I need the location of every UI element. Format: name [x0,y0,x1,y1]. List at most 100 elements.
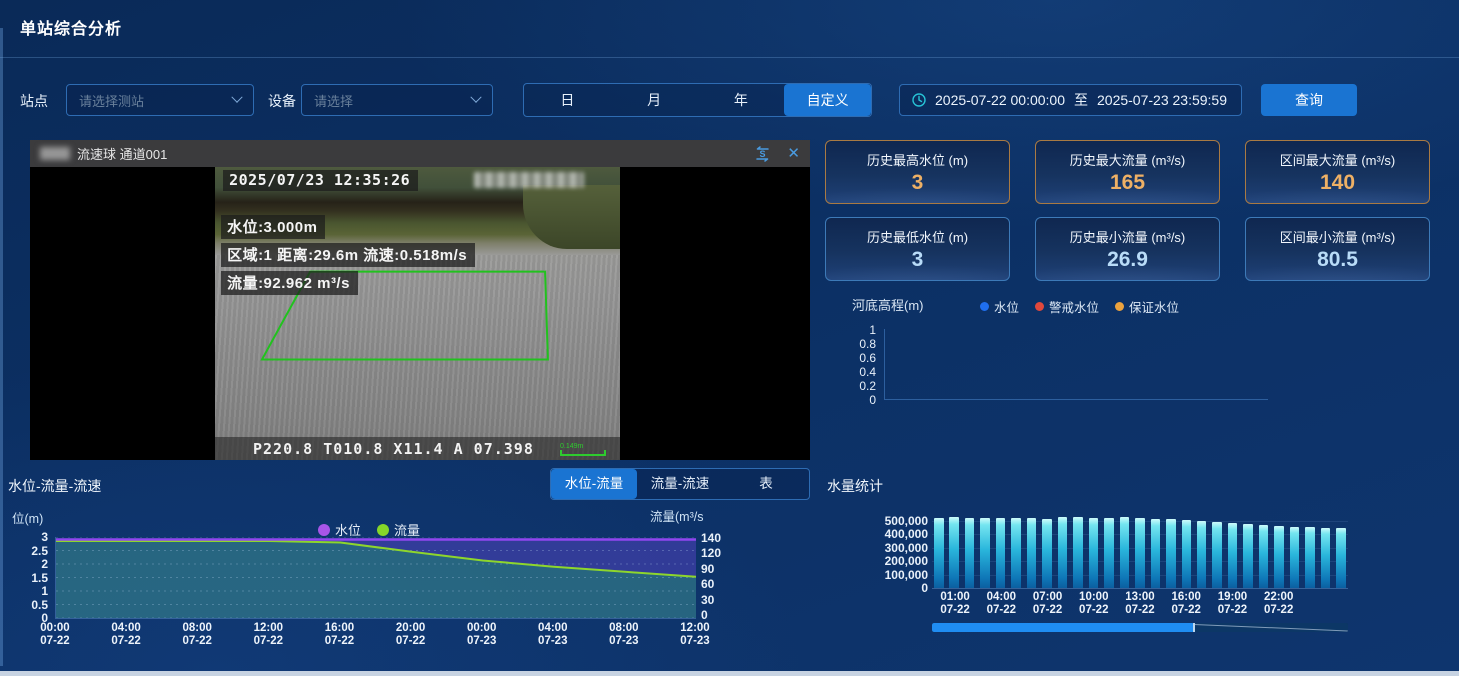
station-label: 站点 [20,91,48,111]
period-month[interactable]: 月 [611,84,698,116]
lf-left-ytick: 1.5 [31,571,48,585]
x-axis-label: 00:0007-22 [20,622,90,648]
page-title: 单站综合分析 [20,15,122,39]
stat-label: 区间最大流量 (m³/s) [1280,150,1396,169]
stat-card-hist-min-level: 历史最低水位 (m) 3 [825,217,1010,281]
riverbed-ytick: 0.8 [859,337,876,351]
bottom-page-strip [0,671,1459,676]
period-year[interactable]: 年 [698,84,785,116]
volume-bar [1259,525,1269,588]
volume-bar [1290,527,1300,588]
video-footage: 2025/07/23 12:35:26 水位:3.000m 区域:1 距离:29… [215,167,620,460]
volume-bar [1197,521,1207,588]
riverbed-ytick: 0.2 [859,379,876,393]
stat-card-hist-max-flow: 历史最大流量 (m³/s) 165 [1035,140,1220,204]
riverbed-ytick: 0.4 [859,365,876,379]
volume-bars [932,514,1348,588]
tab-flow-velocity[interactable]: 流量-流速 [637,469,723,499]
osd-water-level: 水位:3.000m [221,215,325,239]
volume-bar [1120,517,1130,588]
header-divider [0,57,1459,58]
x-axis-label: 08:0007-22 [162,622,232,648]
tab-level-flow[interactable]: 水位-流量 [551,469,637,499]
legend-item-water-level[interactable]: 水位 [980,297,1019,316]
legend-dot [1035,302,1044,311]
video-body: 2025/07/23 12:35:26 水位:3.000m 区域:1 距离:29… [30,167,810,460]
volume-x-axis: 01:0007-2204:0007-2207:0007-2210:0007-22… [932,591,1348,619]
device-select[interactable]: 请选择 [301,84,493,116]
lf-left-ytick: 2.5 [31,544,48,558]
lf-left-ytick: 0.5 [31,598,48,612]
stat-value: 80.5 [1317,248,1358,272]
level-flow-chart [55,537,696,619]
datazoom-remainder[interactable] [1194,623,1348,632]
riverbed-legend: 水位 警戒水位 保证水位 [980,297,1179,316]
datazoom-selected-range[interactable] [932,623,1194,632]
volume-bar [1274,526,1284,588]
lf-right-ytick: 0 [701,608,708,622]
period-segmented-control: 日 月 年 自定义 [523,83,872,117]
volume-bar [965,518,975,588]
lf-left-y-axis: 32.521.510.50 [8,537,48,618]
tab-table[interactable]: 表 [723,469,809,499]
stat-value: 3 [912,171,924,195]
stat-card-hist-min-flow: 历史最小流量 (m³/s) 26.9 [1035,217,1220,281]
stat-card-hist-max-level: 历史最高水位 (m) 3 [825,140,1010,204]
period-custom[interactable]: 自定义 [784,84,871,116]
stat-label: 历史最大流量 (m³/s) [1070,150,1186,169]
volume-bar [1212,522,1222,588]
svg-text:S: S [760,149,766,159]
legend-item-warning-level[interactable]: 警戒水位 [1035,297,1099,316]
x-axis-label: 04:0007-23 [518,622,588,648]
volume-bar [1104,518,1114,588]
scale-bar [560,450,606,456]
lf-right-y-axis: 1401209060300 [701,537,741,618]
lf-right-ytick: 90 [701,562,714,576]
left-edge-accent [0,28,3,666]
volume-bar [1151,519,1161,588]
x-axis-label: 12:0007-22 [233,622,303,648]
stream-switch-icon[interactable]: S [754,146,771,162]
x-axis-label: 16:0007-22 [304,622,374,648]
osd-ptz-readout: P220.8 T010.8 X11.4 A 07.398 [253,440,534,458]
datazoom-data-shadow [1194,624,1348,631]
lf-left-ytick: 2 [41,557,48,571]
video-timestamp: 2025/07/23 12:35:26 [223,170,418,191]
stat-value: 140 [1320,171,1355,195]
level-flow-plot [56,537,696,618]
stat-card-range-min-flow: 区间最小流量 (m³/s) 80.5 [1245,217,1430,281]
volume-bar [1182,520,1192,588]
stat-label: 区间最小流量 (m³/s) [1280,227,1396,246]
station-select-placeholder: 请选择测站 [79,91,144,110]
legend-item-guarantee-level[interactable]: 保证水位 [1115,297,1179,316]
volume-bar [1073,517,1083,588]
x-axis-label: 08:0007-23 [589,622,659,648]
scale-label: 0.149m [560,443,606,450]
volume-bar [1305,527,1315,588]
station-select[interactable]: 请选择测站 [66,84,254,116]
date-end: 2025-07-23 23:59:59 [1097,92,1227,108]
volume-bar [1336,528,1346,588]
close-icon[interactable]: ✕ [787,146,800,161]
riverbed-y-axis: 10.80.60.40.20 [836,324,876,400]
volume-bar [934,518,944,588]
volume-ytick: 200,000 [885,554,928,568]
volume-bar [1228,523,1238,588]
volume-bar [1135,518,1145,588]
stat-value: 26.9 [1107,248,1148,272]
device-label: 设备 [268,91,296,111]
legend-dot [1115,302,1124,311]
volume-ytick: 500,000 [885,514,928,528]
volume-datazoom-scrollbar[interactable] [932,623,1348,632]
volume-bar [1058,517,1068,588]
clock-icon [912,93,926,107]
volume-bar [1042,519,1052,588]
period-day[interactable]: 日 [524,84,611,116]
date-range-picker[interactable]: 2025-07-22 00:00:00 至 2025-07-23 23:59:5… [899,84,1242,116]
osd-flow: 流量:92.962 m³/s [221,271,358,295]
level-flow-tabs: 水位-流量 流量-流速 表 [550,468,810,500]
x-axis-label: 20:0007-22 [376,622,446,648]
legend-label: 水位 [994,297,1019,316]
datazoom-handle[interactable] [1193,623,1195,632]
query-button[interactable]: 查询 [1261,84,1357,116]
